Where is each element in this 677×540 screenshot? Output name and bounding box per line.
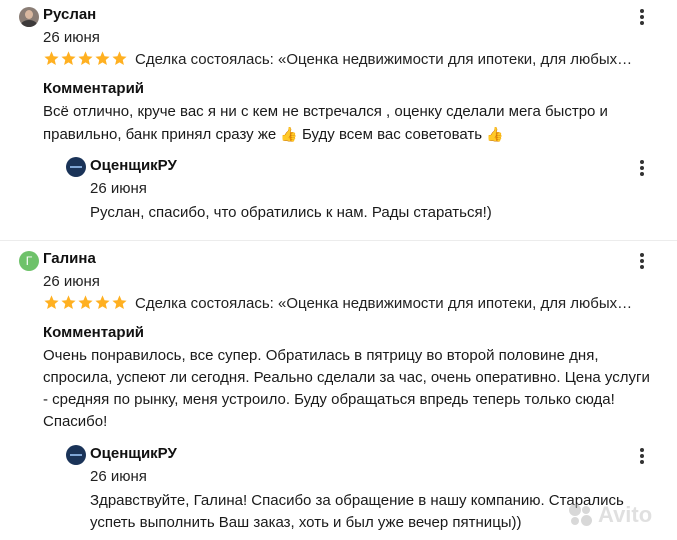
star-icon — [44, 295, 59, 310]
review-author[interactable]: Галина — [43, 250, 96, 267]
reply-date: 26 июня — [90, 468, 147, 485]
star-icon — [44, 51, 59, 66]
comment-label: Комментарий — [43, 80, 145, 97]
comment-text: Очень понравилось, все супер. Обратилась… — [43, 347, 650, 430]
review-date: 26 июня — [43, 273, 100, 290]
star-icon — [112, 51, 127, 66]
avito-watermark: Avito — [567, 502, 652, 528]
avatar[interactable]: Г — [19, 251, 39, 271]
reply-company-name[interactable]: ОценщикРУ — [90, 445, 177, 462]
more-options-icon[interactable] — [636, 448, 648, 466]
thumbs-up-icon: 👍 — [280, 126, 298, 142]
star-icon — [61, 295, 76, 310]
thumbs-up-icon: 👍 — [486, 126, 504, 142]
more-options-icon[interactable] — [636, 253, 648, 271]
star-icon — [78, 295, 93, 310]
star-icon — [61, 51, 76, 66]
review-author[interactable]: Руслан — [43, 6, 96, 23]
reply-date: 26 июня — [90, 180, 147, 197]
avito-logo-icon — [567, 502, 595, 528]
deal-status[interactable]: Сделка состоялась: «Оценка недвижимости … — [135, 51, 655, 68]
company-logo-icon[interactable] — [66, 157, 86, 177]
divider — [0, 240, 677, 241]
star-icon — [112, 295, 127, 310]
rating-stars — [43, 50, 128, 68]
review-date: 26 июня — [43, 29, 100, 46]
reply-company-name[interactable]: ОценщикРУ — [90, 157, 177, 174]
company-logo-icon[interactable] — [66, 445, 86, 465]
more-options-icon[interactable] — [636, 160, 648, 178]
deal-status[interactable]: Сделка состоялась: «Оценка недвижимости … — [135, 295, 655, 312]
comment-text: Всё отлично, круче вас я ни с кем не вст… — [43, 101, 658, 146]
watermark-text: Avito — [598, 502, 653, 527]
comment-label: Комментарий — [43, 324, 145, 341]
avatar[interactable] — [19, 7, 39, 27]
star-icon — [78, 51, 93, 66]
more-options-icon[interactable] — [636, 9, 648, 27]
star-icon — [95, 51, 110, 66]
reply-text: Руслан, спасибо, что обратились к нам. Р… — [90, 204, 492, 221]
avatar-head — [25, 10, 33, 19]
star-icon — [95, 295, 110, 310]
avatar-shoulders — [21, 20, 37, 27]
rating-stars — [43, 294, 128, 312]
comment-text-part2: Буду всем вас советовать — [302, 126, 483, 143]
